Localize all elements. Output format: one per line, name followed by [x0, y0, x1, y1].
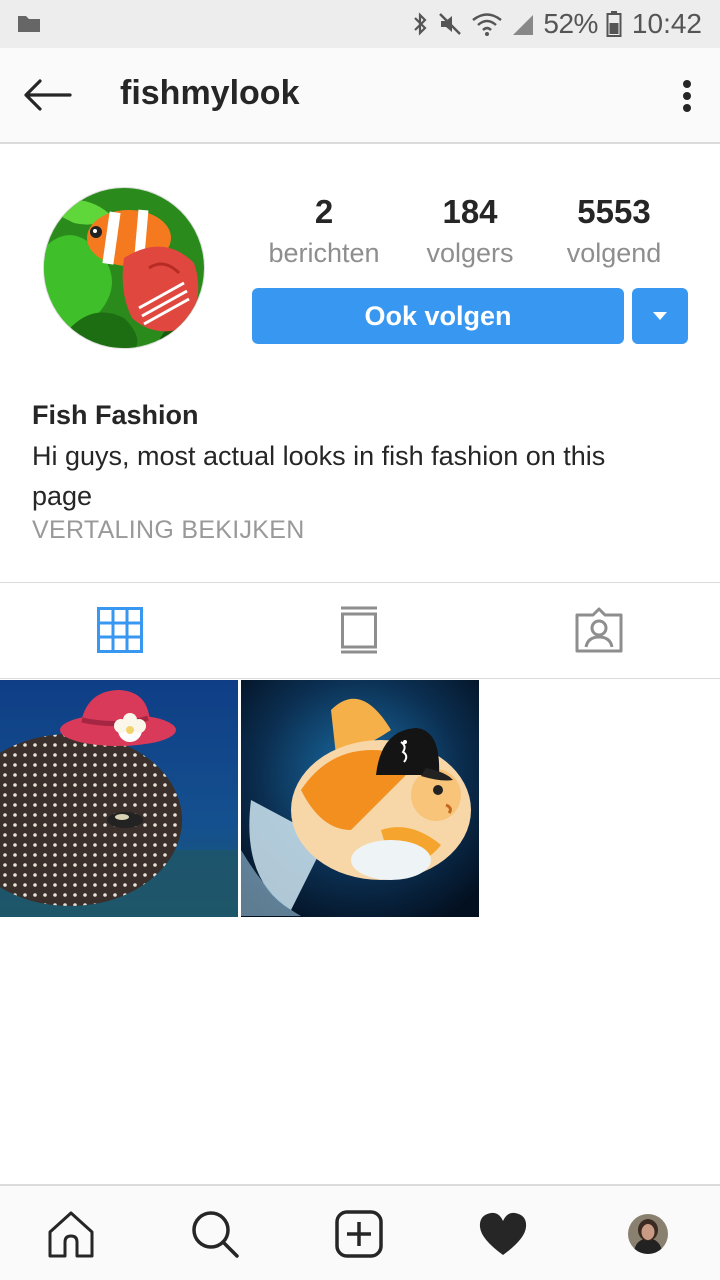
tab-grid[interactable] — [90, 600, 150, 660]
post-thumbnail[interactable] — [0, 680, 238, 917]
divider — [0, 678, 720, 679]
home-icon — [48, 1211, 94, 1258]
nav-home[interactable] — [41, 1204, 101, 1264]
divider — [0, 582, 720, 583]
folder-icon — [18, 16, 40, 32]
status-bar: 52% 10:42 — [0, 0, 720, 48]
user-avatar-image — [628, 1214, 668, 1254]
profile-full-name: Fish Fashion — [32, 400, 199, 430]
bluetooth-icon — [411, 11, 429, 37]
avatar-image — [44, 188, 204, 348]
stat-label: volgers — [426, 238, 514, 268]
battery-icon — [606, 10, 622, 38]
post-image-pufferfish — [0, 680, 238, 917]
triangle-down-icon — [653, 312, 667, 320]
back-button[interactable] — [18, 70, 76, 120]
stat-value: 2 — [314, 193, 334, 230]
heart-icon — [479, 1212, 527, 1255]
nav-activity[interactable] — [473, 1204, 533, 1264]
stat-posts: 2 berichten — [254, 190, 394, 269]
battery-percentage: 52% — [543, 8, 598, 39]
more-options-button[interactable] — [672, 72, 702, 120]
see-translation-link[interactable]: VERTALING BEKIJKEN — [32, 516, 305, 545]
profile-username: fishmylook — [120, 74, 300, 112]
more-vertical-icon — [683, 80, 691, 112]
stat-value: 184 — [442, 193, 498, 230]
mute-icon — [437, 11, 463, 37]
tab-tagged[interactable] — [569, 600, 629, 660]
bottom-navigation — [0, 1184, 720, 1280]
suggestions-dropdown-button[interactable] — [632, 288, 688, 344]
stat-label: berichten — [268, 238, 380, 268]
nav-profile[interactable] — [618, 1204, 678, 1264]
wifi-icon — [471, 11, 503, 37]
stat-value: 5553 — [577, 193, 651, 230]
stat-label: volgend — [566, 238, 662, 268]
stat-followers[interactable]: 184 volgers — [400, 190, 540, 269]
signal-icon — [511, 11, 535, 37]
tab-feed[interactable] — [329, 600, 389, 660]
post-thumbnail[interactable] — [241, 680, 479, 917]
search-icon — [192, 1211, 239, 1258]
follow-button[interactable]: Ook volgen — [252, 288, 624, 344]
feed-icon — [341, 606, 377, 654]
stat-following[interactable]: 5553 volgend — [544, 190, 684, 269]
profile-avatar — [628, 1214, 668, 1254]
profile-header-bar: fishmylook — [0, 48, 720, 144]
grid-icon — [97, 607, 143, 653]
profile-bio: Hi guys, most actual looks in fish fashi… — [32, 441, 606, 511]
clock: 10:42 — [631, 8, 702, 39]
tagged-icon — [575, 607, 623, 653]
post-image-goldfish — [241, 680, 479, 917]
add-post-icon — [335, 1210, 383, 1258]
nav-add-post[interactable] — [329, 1204, 389, 1264]
profile-avatar[interactable] — [43, 187, 205, 349]
back-arrow-icon — [24, 79, 72, 111]
nav-search[interactable] — [185, 1204, 245, 1264]
